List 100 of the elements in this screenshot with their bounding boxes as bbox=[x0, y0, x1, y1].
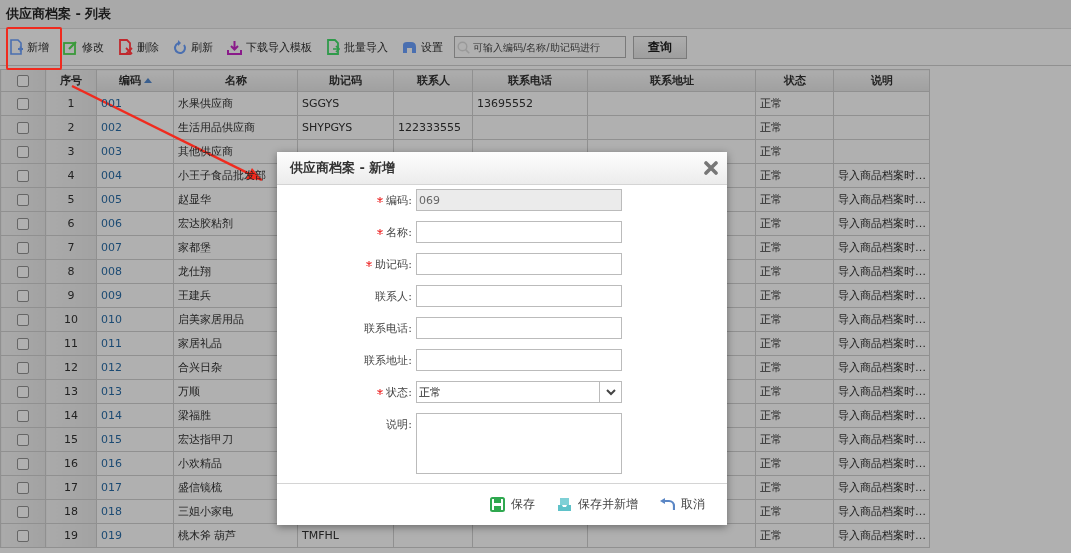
column-header[interactable]: 说明 bbox=[870, 73, 893, 88]
table-cell: 018 bbox=[101, 505, 122, 518]
table-cell: 启美家居用品 bbox=[178, 313, 244, 326]
table-cell: 导入商品档案时… bbox=[838, 169, 926, 182]
table-cell: 007 bbox=[101, 241, 122, 254]
download-icon bbox=[227, 39, 242, 55]
input-field[interactable] bbox=[416, 285, 622, 307]
table-cell: 正常 bbox=[760, 481, 782, 494]
dialog-title: 供应商档案 - 新增 bbox=[290, 159, 396, 177]
dialog-button[interactable]: 取消 bbox=[658, 494, 707, 515]
table-cell: 19 bbox=[64, 529, 78, 542]
delete-document-icon bbox=[118, 39, 133, 55]
text-area[interactable] bbox=[416, 413, 622, 474]
table-cell: 017 bbox=[101, 481, 122, 494]
input-field[interactable] bbox=[416, 253, 622, 275]
column-header[interactable]: 联系地址 bbox=[649, 73, 694, 88]
row-checkbox[interactable] bbox=[17, 146, 29, 158]
table-cell: SGGYS bbox=[302, 97, 340, 110]
table-cell: 002 bbox=[101, 121, 122, 134]
row-checkbox[interactable] bbox=[17, 434, 29, 446]
dialog-button[interactable]: 保存并新增 bbox=[555, 494, 640, 515]
table-cell: 导入商品档案时… bbox=[838, 433, 926, 446]
table-cell: 18 bbox=[64, 505, 78, 518]
table-cell: 008 bbox=[101, 265, 122, 278]
table-cell: SHYPGYS bbox=[302, 121, 353, 134]
chevron-down-icon bbox=[605, 388, 616, 396]
toolbar-button[interactable]: 设置 bbox=[395, 35, 450, 59]
field-label: 编码: bbox=[386, 192, 412, 208]
table-cell: 004 bbox=[101, 169, 122, 182]
row-checkbox[interactable] bbox=[17, 314, 29, 326]
table-cell: 导入商品档案时… bbox=[838, 505, 926, 518]
table-cell: 导入商品档案时… bbox=[838, 361, 926, 374]
toolbar-button[interactable]: 修改 bbox=[56, 35, 111, 59]
row-checkbox[interactable] bbox=[17, 362, 29, 374]
table-cell: 正常 bbox=[760, 193, 782, 206]
settings-icon bbox=[402, 40, 417, 54]
row-checkbox[interactable] bbox=[17, 338, 29, 350]
table-cell: 桃木斧 葫芦 bbox=[178, 529, 237, 542]
toolbar-button[interactable]: 下载导入模板 bbox=[220, 35, 319, 59]
table-cell: 010 bbox=[101, 313, 122, 326]
search-field[interactable]: 可输入编码/名称/助记码进行 bbox=[454, 36, 626, 58]
table-cell: 赵显华 bbox=[178, 193, 211, 206]
table-cell: 正常 bbox=[760, 145, 782, 158]
field-label: 联系电话: bbox=[364, 320, 412, 336]
dropdown[interactable]: 正常 bbox=[416, 381, 622, 403]
row-checkbox[interactable] bbox=[17, 458, 29, 470]
row-checkbox[interactable] bbox=[17, 506, 29, 518]
table-cell: 正常 bbox=[760, 337, 782, 350]
table-cell: 005 bbox=[101, 193, 122, 206]
toolbar-button[interactable]: 批量导入 bbox=[319, 35, 395, 59]
column-header[interactable]: 状态 bbox=[783, 73, 806, 88]
row-checkbox[interactable] bbox=[17, 194, 29, 206]
toolbar-button[interactable]: 刷新 bbox=[166, 35, 220, 59]
table-cell: 宏达胶粘剂 bbox=[178, 217, 233, 230]
row-checkbox[interactable] bbox=[17, 386, 29, 398]
table-cell: 正常 bbox=[760, 385, 782, 398]
table-cell: 正常 bbox=[760, 433, 782, 446]
row-checkbox[interactable] bbox=[17, 122, 29, 134]
row-checkbox[interactable] bbox=[17, 242, 29, 254]
table-cell: 正常 bbox=[760, 97, 782, 110]
table-cell: 正常 bbox=[760, 169, 782, 182]
table-cell: 家居礼品 bbox=[178, 337, 222, 350]
input-field[interactable] bbox=[416, 317, 622, 339]
close-icon[interactable] bbox=[704, 161, 718, 175]
table-cell: 014 bbox=[101, 409, 122, 422]
row-checkbox[interactable] bbox=[17, 410, 29, 422]
row-checkbox[interactable] bbox=[17, 290, 29, 302]
input-field[interactable] bbox=[416, 349, 622, 371]
column-header[interactable]: 名称 bbox=[224, 73, 247, 88]
toolbar-button[interactable]: 删除 bbox=[111, 35, 166, 59]
table-cell: 3 bbox=[67, 145, 75, 158]
row-checkbox[interactable] bbox=[17, 218, 29, 230]
query-button[interactable]: 查询 bbox=[633, 35, 687, 59]
table-cell: 生活用品供应商 bbox=[178, 121, 255, 134]
table-cell: 006 bbox=[101, 217, 122, 230]
table-cell: 2 bbox=[67, 121, 75, 134]
table-cell: 013 bbox=[101, 385, 122, 398]
table-cell: 正常 bbox=[760, 265, 782, 278]
field-label: 联系地址: bbox=[364, 352, 412, 368]
row-checkbox[interactable] bbox=[17, 98, 29, 110]
table-cell: 合兴日杂 bbox=[178, 361, 222, 374]
table-cell: 7 bbox=[67, 241, 75, 254]
row-checkbox[interactable] bbox=[17, 482, 29, 494]
row-checkbox[interactable] bbox=[17, 530, 29, 542]
table-cell: 导入商品档案时… bbox=[838, 481, 926, 494]
dialog-button[interactable]: 保存 bbox=[488, 494, 537, 515]
table-cell: 家都堡 bbox=[178, 241, 211, 254]
table-cell: 正常 bbox=[760, 217, 782, 230]
table-cell: 三姐小家电 bbox=[178, 505, 233, 518]
table-cell: 122333555 bbox=[398, 121, 461, 134]
row-checkbox[interactable] bbox=[17, 170, 29, 182]
toolbar-button[interactable]: 新增 bbox=[2, 35, 56, 59]
row-checkbox[interactable] bbox=[17, 266, 29, 278]
field-label: 名称: bbox=[386, 224, 412, 240]
table-cell: 导入商品档案时… bbox=[838, 313, 926, 326]
field-label: 助记码: bbox=[375, 256, 412, 272]
input-field[interactable] bbox=[416, 221, 622, 243]
select-all-checkbox[interactable] bbox=[17, 75, 29, 87]
table-cell: 导入商品档案时… bbox=[838, 457, 926, 470]
field-label: 状态: bbox=[386, 384, 412, 400]
